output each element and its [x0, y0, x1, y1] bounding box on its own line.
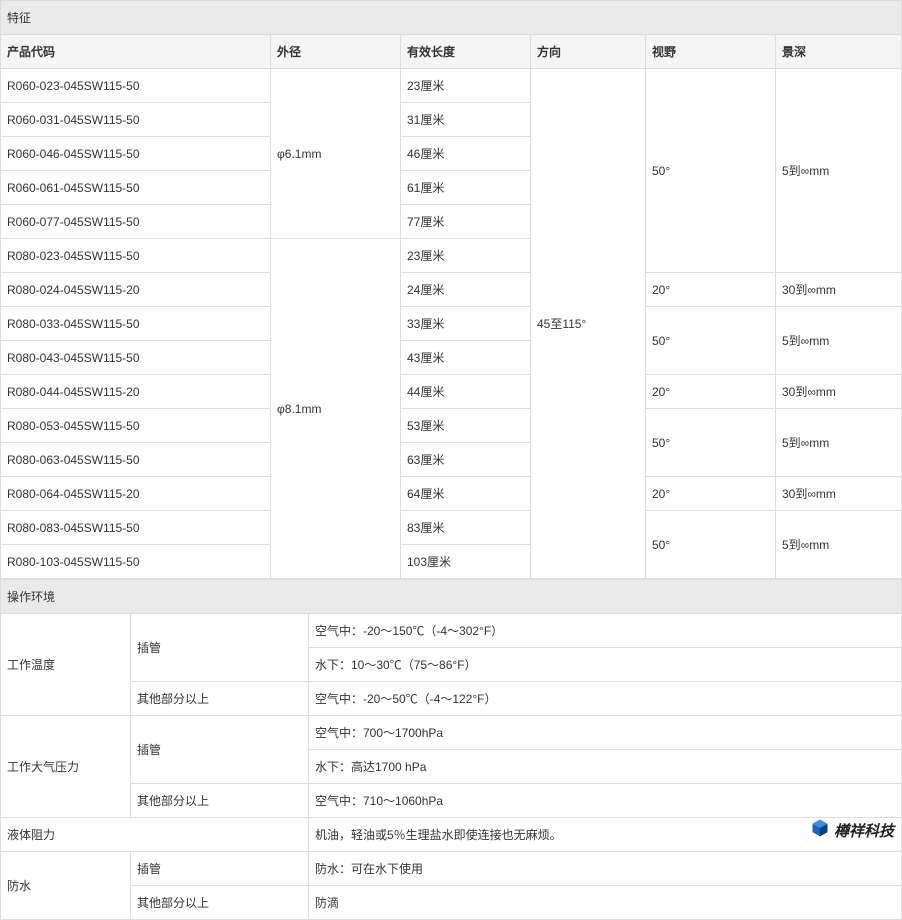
val-temp-air: 空气中：-20〜150℃（-4〜302°F）	[309, 614, 902, 648]
spec-table: 特征 产品代码 外径 有效长度 方向 视野 景深 R060-023-045SW1…	[0, 0, 902, 579]
table-row: R060-031-045SW115-50	[1, 103, 271, 137]
table-row: R060-077-045SW115-50	[1, 205, 271, 239]
fov-cell: 20°	[646, 477, 776, 511]
table-row: R060-023-045SW115-50	[1, 69, 271, 103]
val-temp-other: 空气中：-20〜50℃（-4〜122°F）	[309, 682, 902, 716]
fov-cell: 50°	[646, 511, 776, 579]
diameter-cell: φ6.1mm	[271, 69, 401, 239]
label-pressure: 工作大气压力	[1, 716, 131, 818]
label-other: 其他部分以上	[131, 784, 309, 818]
dof-cell: 5到∞mm	[776, 307, 902, 375]
env-title: 操作环境	[1, 580, 902, 614]
length-cell: 23厘米	[401, 239, 531, 273]
table-row: R080-044-045SW115-20	[1, 375, 271, 409]
env-table: 操作环境 工作温度 插管 空气中：-20〜150℃（-4〜302°F） 水下：1…	[0, 579, 902, 920]
label-temp: 工作温度	[1, 614, 131, 716]
dof-cell: 30到∞mm	[776, 375, 902, 409]
val-pres-other: 空气中：710〜1060hPa	[309, 784, 902, 818]
table-row: R080-053-045SW115-50	[1, 409, 271, 443]
dof-cell: 5到∞mm	[776, 409, 902, 477]
cube-icon	[810, 818, 830, 842]
label-tube: 插管	[131, 614, 309, 682]
label-tube: 插管	[131, 852, 309, 886]
table-row: R080-023-045SW115-50	[1, 239, 271, 273]
table-row: R080-043-045SW115-50	[1, 341, 271, 375]
dof-cell: 30到∞mm	[776, 477, 902, 511]
length-cell: 44厘米	[401, 375, 531, 409]
label-other: 其他部分以上	[131, 886, 309, 920]
table-row: R080-063-045SW115-50	[1, 443, 271, 477]
diameter-cell: φ8.1mm	[271, 239, 401, 579]
dof-cell: 30到∞mm	[776, 273, 902, 307]
val-wp-tube: 防水：可在水下使用	[309, 852, 902, 886]
length-cell: 43厘米	[401, 341, 531, 375]
col-length: 有效长度	[401, 35, 531, 69]
length-cell: 23厘米	[401, 69, 531, 103]
col-fov: 视野	[646, 35, 776, 69]
fov-cell: 20°	[646, 273, 776, 307]
label-other: 其他部分以上	[131, 682, 309, 716]
length-cell: 103厘米	[401, 545, 531, 579]
table-row: R080-024-045SW115-20	[1, 273, 271, 307]
val-wp-other: 防滴	[309, 886, 902, 920]
col-dof: 景深	[776, 35, 902, 69]
val-pres-water: 水下：高达1700 hPa	[309, 750, 902, 784]
val-temp-water: 水下：10〜30℃（75〜86°F）	[309, 648, 902, 682]
length-cell: 77厘米	[401, 205, 531, 239]
length-cell: 64厘米	[401, 477, 531, 511]
length-cell: 63厘米	[401, 443, 531, 477]
dof-cell: 5到∞mm	[776, 511, 902, 579]
length-cell: 24厘米	[401, 273, 531, 307]
table-row: R080-103-045SW115-50	[1, 545, 271, 579]
length-cell: 46厘米	[401, 137, 531, 171]
table-row: R080-083-045SW115-50	[1, 511, 271, 545]
fov-cell: 20°	[646, 375, 776, 409]
col-direction: 方向	[531, 35, 646, 69]
table-row: R080-033-045SW115-50	[1, 307, 271, 341]
dof-cell: 5到∞mm	[776, 69, 902, 273]
direction-cell: 45至115°	[531, 69, 646, 579]
length-cell: 83厘米	[401, 511, 531, 545]
col-diameter: 外径	[271, 35, 401, 69]
table-row: R060-061-045SW115-50	[1, 171, 271, 205]
col-code: 产品代码	[1, 35, 271, 69]
brand-logo: 樽祥科技	[810, 818, 894, 842]
fov-cell: 50°	[646, 69, 776, 273]
val-pres-air: 空气中：700〜1700hPa	[309, 716, 902, 750]
label-waterproof: 防水	[1, 852, 131, 920]
length-cell: 53厘米	[401, 409, 531, 443]
label-tube: 插管	[131, 716, 309, 784]
fov-cell: 50°	[646, 307, 776, 375]
table-row: R080-064-045SW115-20	[1, 477, 271, 511]
length-cell: 31厘米	[401, 103, 531, 137]
length-cell: 33厘米	[401, 307, 531, 341]
brand-text: 樽祥科技	[834, 820, 894, 841]
table-row: R060-046-045SW115-50	[1, 137, 271, 171]
spec-title: 特征	[1, 1, 902, 35]
label-liquid: 液体阻力	[1, 818, 309, 852]
length-cell: 61厘米	[401, 171, 531, 205]
fov-cell: 50°	[646, 409, 776, 477]
